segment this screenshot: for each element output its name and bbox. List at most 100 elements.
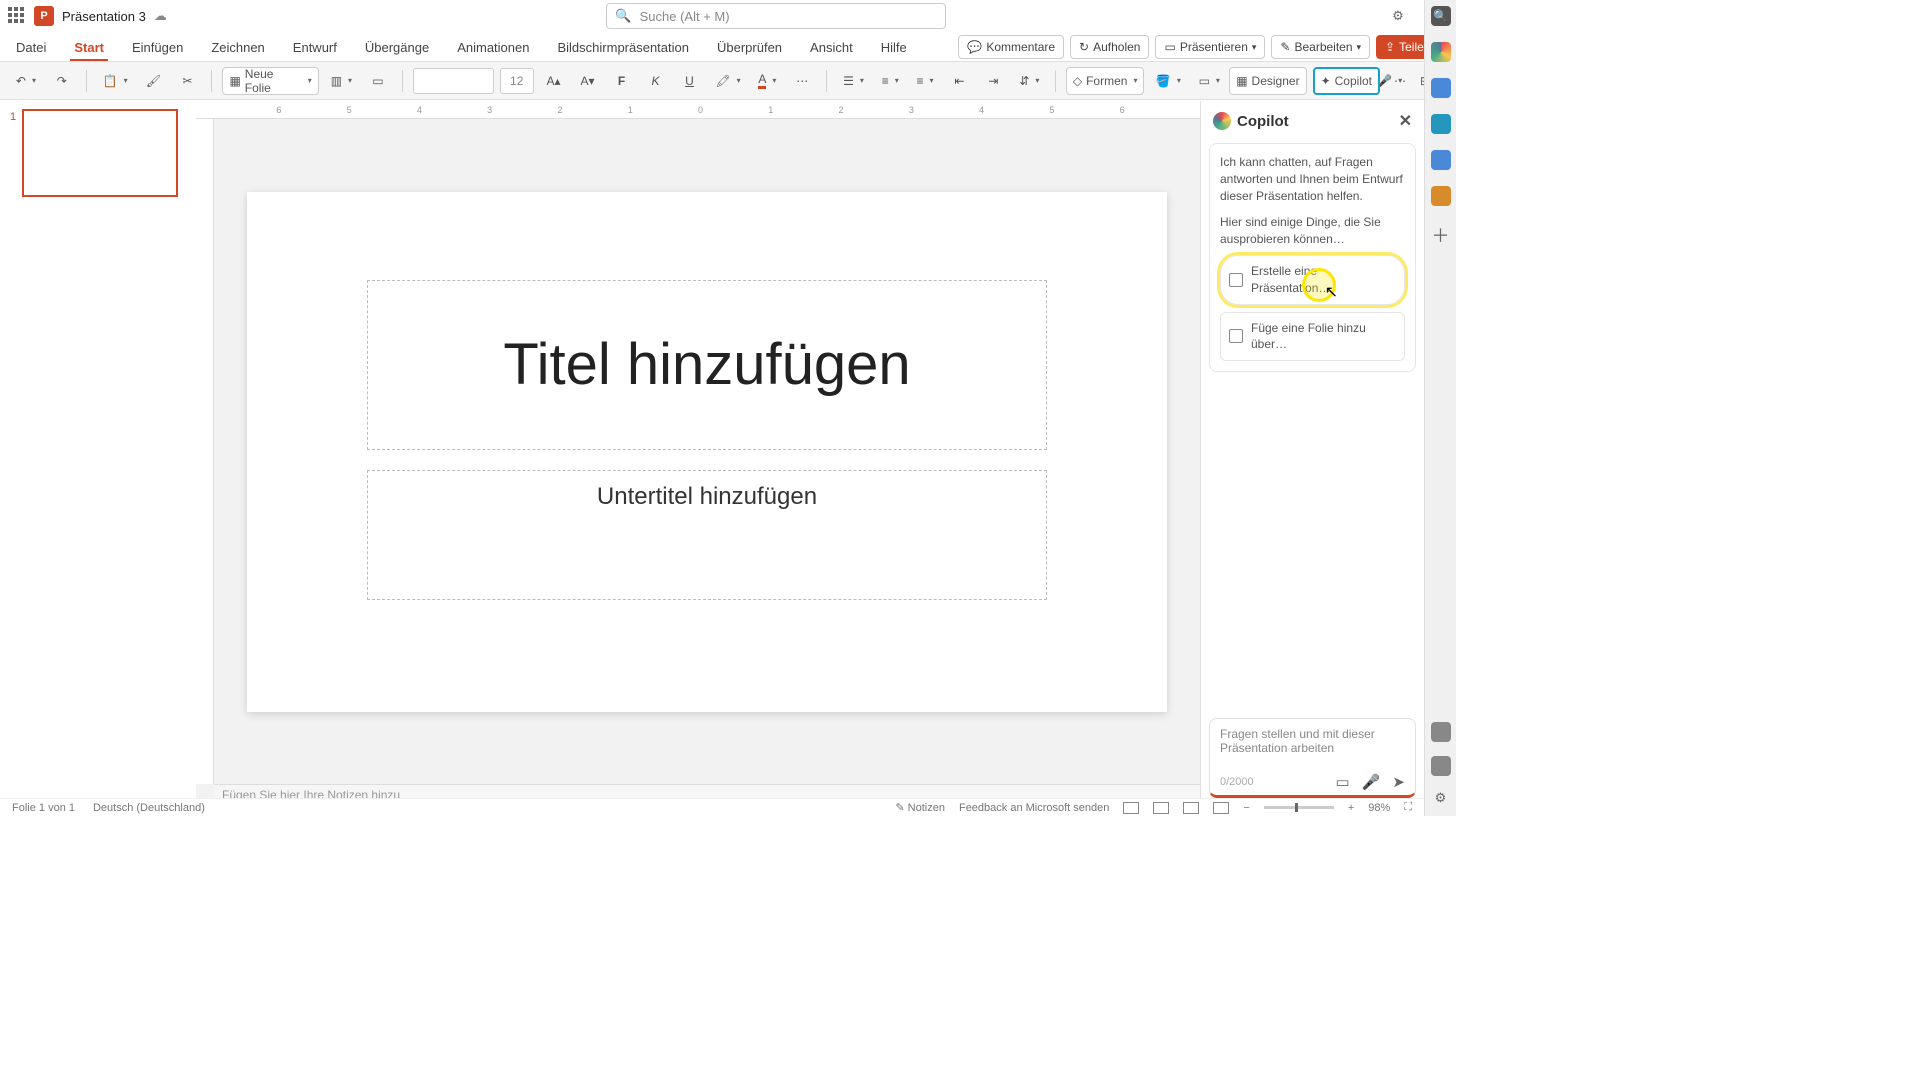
present-button[interactable]: ▭Präsentieren▾ [1155, 35, 1265, 59]
feedback-link[interactable]: Feedback an Microsoft senden [959, 802, 1109, 814]
section-button[interactable]: ▭ [364, 67, 392, 95]
rail-app-icon[interactable] [1431, 78, 1451, 98]
slide-thumbnail-pane[interactable]: 1 [0, 101, 196, 804]
rail-add-button[interactable]: ＋ [1432, 222, 1450, 248]
presentation-icon [1229, 273, 1243, 287]
designer-button[interactable]: ▦Designer [1229, 67, 1306, 95]
catchup-button[interactable]: ↻Aufholen [1070, 35, 1149, 59]
numbering-button[interactable]: ≡▾ [876, 67, 905, 95]
redo-button[interactable]: ↷ [48, 67, 76, 95]
copilot-button[interactable]: ✦Copilot [1313, 67, 1380, 95]
zoom-slider[interactable] [1264, 806, 1334, 809]
rail-app-icon[interactable] [1431, 756, 1451, 776]
subtitle-placeholder[interactable]: Untertitel hinzufügen [367, 470, 1047, 600]
indent-increase-button[interactable]: ⇥ [979, 67, 1007, 95]
layout-button[interactable]: ▥▾ [325, 67, 358, 95]
normal-view-icon[interactable] [1123, 802, 1139, 814]
status-bar: Folie 1 von 1 Deutsch (Deutschland) ✎ No… [0, 798, 1424, 816]
line-spacing-button[interactable]: ⇵▾ [1013, 67, 1045, 95]
close-copilot-button[interactable]: ✕ [1399, 111, 1412, 131]
document-title[interactable]: Präsentation 3 [62, 9, 146, 24]
undo-button[interactable]: ↶▾ [10, 67, 42, 95]
copilot-suggestion-add-slide[interactable]: Füge eine Folie hinzu über… [1220, 312, 1405, 362]
copilot-suggestion-create-presentation[interactable]: Erstelle eine Präsentation… [1220, 255, 1405, 305]
tab-start[interactable]: Start [70, 40, 108, 61]
comments-button[interactable]: 💬Kommentare [958, 35, 1064, 59]
copilot-pane: Copilot ✕ Ich kann chatten, auf Fragen a… [1200, 101, 1424, 804]
decrease-font-button[interactable]: A▾ [574, 67, 602, 95]
present-icon: ▭ [1164, 40, 1175, 54]
zoom-out-button[interactable]: − [1243, 802, 1249, 814]
shapes-button[interactable]: ◇Formen▾ [1066, 67, 1144, 95]
attach-icon[interactable]: ▭ [1336, 773, 1350, 791]
highlight-button[interactable]: 🖍▾ [710, 67, 747, 95]
rail-outlook-icon[interactable] [1431, 150, 1451, 170]
copilot-input[interactable]: Fragen stellen und mit dieser Präsentati… [1209, 718, 1416, 798]
slide-1-thumbnail[interactable] [22, 109, 178, 197]
slide-canvas[interactable]: Titel hinzufügen Untertitel hinzufügen [247, 192, 1167, 712]
tab-bildschirmpraesentation[interactable]: Bildschirmpräsentation [553, 40, 693, 61]
rail-app-icon[interactable] [1431, 186, 1451, 206]
format-painter-button[interactable]: 🖌 [139, 67, 167, 95]
more-font-button[interactable]: ⋯ [788, 67, 816, 95]
new-slide-button[interactable]: ▦Neue Folie▾ [222, 67, 318, 95]
copilot-title: Copilot [1237, 113, 1289, 130]
indent-decrease-button[interactable]: ⇤ [945, 67, 973, 95]
fit-to-window-button[interactable]: ⛶ [1404, 801, 1412, 814]
rail-search-icon[interactable]: 🔍 [1431, 6, 1451, 26]
slideshow-view-icon[interactable] [1213, 802, 1229, 814]
search-box[interactable]: 🔍 Suche (Alt + M) [606, 3, 946, 29]
saved-cloud-icon[interactable]: ☁ [154, 8, 167, 24]
mic-icon[interactable]: 🎤 [1362, 773, 1381, 791]
bold-button[interactable]: F [608, 67, 636, 95]
tab-datei[interactable]: Datei [12, 40, 50, 61]
font-color-button[interactable]: A▾ [752, 67, 782, 95]
tab-zeichnen[interactable]: Zeichnen [207, 40, 268, 61]
tab-hilfe[interactable]: Hilfe [877, 40, 911, 61]
shape-fill-button[interactable]: 🪣▾ [1150, 67, 1187, 95]
vertical-ruler [196, 119, 214, 784]
notes-toggle[interactable]: ✎ Notizen [895, 801, 945, 814]
font-size-input[interactable]: 12 [500, 68, 534, 94]
send-icon[interactable]: ➤ [1392, 773, 1405, 791]
designer-icon: ▦ [1236, 74, 1247, 88]
copilot-char-count: 0/2000 [1220, 776, 1254, 788]
zoom-level[interactable]: 98% [1368, 802, 1390, 814]
app-launcher-icon[interactable] [8, 7, 26, 25]
more-commands-button[interactable]: ⋯ [1386, 67, 1414, 95]
rail-app-icon[interactable] [1431, 722, 1451, 742]
sorter-view-icon[interactable] [1153, 802, 1169, 814]
rail-app-icon[interactable] [1431, 114, 1451, 134]
slide-thumbnail[interactable]: 1 [10, 109, 186, 197]
paste-button[interactable]: 📋▾ [97, 67, 134, 95]
search-placeholder: Suche (Alt + M) [640, 9, 730, 24]
slide-count: Folie 1 von 1 [12, 802, 75, 814]
ribbon-tabs: Datei Start Einfügen Zeichnen Entwurf Üb… [0, 32, 1456, 62]
rail-settings-icon[interactable]: ⚙ [1435, 790, 1447, 806]
edit-button[interactable]: ✎Bearbeiten▾ [1271, 35, 1370, 59]
comment-icon: 💬 [967, 40, 982, 54]
tab-ansicht[interactable]: Ansicht [806, 40, 857, 61]
increase-font-button[interactable]: A▴ [540, 67, 568, 95]
font-family-select[interactable] [413, 68, 494, 94]
tab-einfuegen[interactable]: Einfügen [128, 40, 187, 61]
align-button[interactable]: ≡▾ [911, 67, 940, 95]
title-placeholder[interactable]: Titel hinzufügen [367, 280, 1047, 450]
zoom-in-button[interactable]: + [1348, 802, 1354, 814]
cut-button[interactable]: ✂ [173, 67, 201, 95]
shapes-icon: ◇ [1073, 74, 1082, 88]
shape-outline-button[interactable]: ▭▾ [1193, 67, 1226, 95]
tab-animationen[interactable]: Animationen [453, 40, 533, 61]
language-indicator[interactable]: Deutsch (Deutschland) [93, 802, 205, 814]
rail-copilot-icon[interactable] [1431, 42, 1451, 62]
bullets-button[interactable]: ☰▾ [837, 67, 870, 95]
tab-entwurf[interactable]: Entwurf [289, 40, 341, 61]
tab-uebergaenge[interactable]: Übergänge [361, 40, 433, 61]
italic-button[interactable]: K [642, 67, 670, 95]
underline-button[interactable]: U [676, 67, 704, 95]
reading-view-icon[interactable] [1183, 802, 1199, 814]
settings-icon[interactable]: ⚙ [1386, 4, 1410, 28]
slide-canvas-area: ▭ 6543210123456 Titel hinzufügen Unterti… [196, 101, 1200, 804]
new-slide-icon: ▦ [229, 74, 240, 88]
tab-ueberpruefen[interactable]: Überprüfen [713, 40, 786, 61]
